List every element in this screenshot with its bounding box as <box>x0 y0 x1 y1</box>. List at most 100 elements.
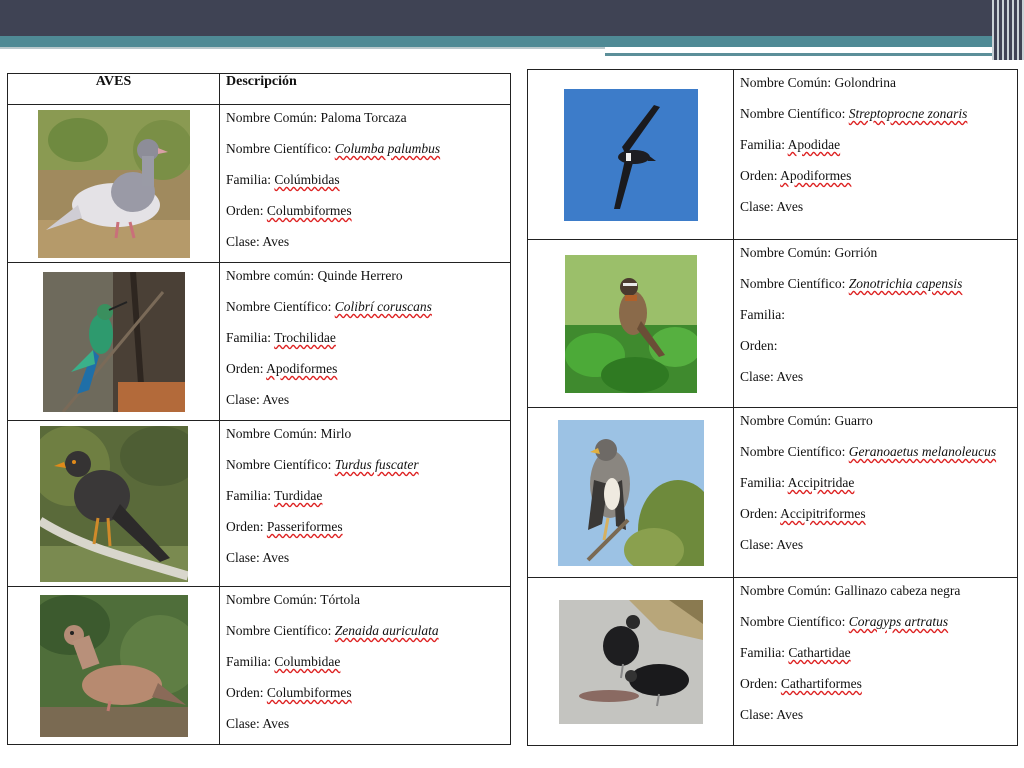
bird-description-cell: Nombre Común: Mirlo Nombre Científico: T… <box>219 420 511 587</box>
field-value: Zonotrichia capensis <box>848 276 963 291</box>
table-row: Nombre Común: Guarro Nombre Científico: … <box>527 407 1018 578</box>
field-label: Orden: <box>740 676 781 691</box>
table-row: Nombre Común: Gorrión Nombre Científico:… <box>527 239 1018 408</box>
bird-order: Orden: Passeriformes <box>226 516 510 547</box>
table-row: Nombre Común: Golondrina Nombre Científi… <box>527 69 1018 240</box>
table-row: Nombre común: Quinde Herrero Nombre Cien… <box>7 262 511 421</box>
bird-class: Clase: Aves <box>226 713 510 744</box>
field-label: Orden: <box>226 203 267 218</box>
field-value: Turdidae <box>274 488 323 503</box>
bird-order: Orden: Cathartiformes <box>740 673 1017 704</box>
bird-order: Orden: Accipitriformes <box>740 503 1017 534</box>
field-value: Accipitridae <box>787 475 855 490</box>
field-value: Golondrina <box>834 75 897 90</box>
field-label: Clase: <box>226 234 263 249</box>
birds-table-left: AVES Descripción Nombre Común: Paloma To… <box>7 73 511 745</box>
field-value: Gallinazo cabeza negra <box>834 583 961 598</box>
bird-family: Familia: Colúmbidas <box>226 169 510 200</box>
bird-class: Clase: Aves <box>226 547 510 578</box>
header-aves: AVES <box>7 73 220 105</box>
slide-header-accent <box>0 36 1024 47</box>
field-value: Aves <box>776 199 804 214</box>
bird-photo-cell <box>7 420 220 587</box>
field-label: Orden: <box>226 361 267 376</box>
field-value: Guarro <box>834 413 873 428</box>
birds-table-right: Nombre Común: Golondrina Nombre Científi… <box>527 69 1018 746</box>
field-label: Nombre Científico: <box>226 457 335 472</box>
tortola-photo <box>39 594 188 737</box>
mirlo-photo <box>39 425 188 582</box>
table-row: Nombre Común: Gallinazo cabeza negra Nom… <box>527 577 1018 746</box>
bird-class: Clase: Aves <box>740 196 1017 227</box>
bird-order: Orden: Columbiformes <box>226 682 510 713</box>
field-label: Clase: <box>226 716 263 731</box>
table-row: Nombre Común: Tórtola Nombre Científico:… <box>7 586 511 745</box>
bird-photo-cell <box>7 262 220 421</box>
bird-family: Familia: Turdidae <box>226 485 510 516</box>
field-label: Nombre Científico: <box>740 444 849 459</box>
bird-common-name: Nombre Común: Guarro <box>740 410 1017 441</box>
paloma-photo <box>37 109 190 258</box>
table-row: Nombre Común: Paloma Torcaza Nombre Cien… <box>7 104 511 263</box>
bird-scientific-name: Nombre Científico: Streptoprocne zonaris <box>740 103 1017 134</box>
field-value: Columbidae <box>274 654 341 669</box>
field-label: Nombre Común: <box>226 592 321 607</box>
bird-class: Clase: Aves <box>740 704 1017 735</box>
bird-common-name: Nombre Común: Mirlo <box>226 423 510 454</box>
field-value: Aves <box>776 369 804 384</box>
quinde-photo <box>42 271 185 412</box>
bird-family: Familia: Accipitridae <box>740 472 1017 503</box>
field-label: Nombre Científico: <box>226 141 335 156</box>
table-header-row: AVES Descripción <box>7 73 511 105</box>
field-value: Aves <box>262 234 290 249</box>
bird-common-name: Nombre Común: Paloma Torcaza <box>226 107 510 138</box>
field-value: Aves <box>262 716 290 731</box>
field-label: Orden: <box>226 685 267 700</box>
bird-description-cell: Nombre común: Quinde Herrero Nombre Cien… <box>219 262 511 421</box>
bird-order: Orden: Apodiformes <box>740 165 1017 196</box>
bird-class: Clase: Aves <box>740 366 1017 397</box>
field-label: Orden: <box>740 168 781 183</box>
field-label: Nombre Científico: <box>740 276 849 291</box>
field-value: Columba palumbus <box>334 141 441 156</box>
field-value: Colúmbidas <box>274 172 340 187</box>
bird-common-name: Nombre común: Quinde Herrero <box>226 265 510 296</box>
field-label: Clase: <box>740 369 777 384</box>
field-value: Passeriformes <box>266 519 343 534</box>
field-value: Coragyps artratus <box>848 614 949 629</box>
field-value: Cathartiformes <box>780 676 862 691</box>
bird-class: Clase: Aves <box>226 389 510 420</box>
field-label: Nombre Científico: <box>740 106 849 121</box>
header-descripcion: Descripción <box>219 73 511 105</box>
bird-scientific-name: Nombre Científico: Zenaida auriculata <box>226 620 510 651</box>
field-label: Nombre Común: <box>740 245 835 260</box>
guarro-photo <box>557 419 704 566</box>
gallinazo-photo <box>558 599 703 724</box>
bird-description-cell: Nombre Común: Paloma Torcaza Nombre Cien… <box>219 104 511 263</box>
field-value: Columbiformes <box>266 685 352 700</box>
field-label: Clase: <box>226 392 263 407</box>
bird-scientific-name: Nombre Científico: Coragyps artratus <box>740 611 1017 642</box>
field-value: Aves <box>262 392 290 407</box>
field-value: Zenaida auriculata <box>334 623 439 638</box>
field-label: Familia: <box>740 645 789 660</box>
field-value: Gorrión <box>834 245 878 260</box>
field-label: Clase: <box>740 707 777 722</box>
field-value: Colibrí coruscans <box>334 299 432 314</box>
bird-common-name: Nombre Común: Golondrina <box>740 72 1017 103</box>
bird-order: Orden: <box>740 335 1017 366</box>
table-row: Nombre Común: Mirlo Nombre Científico: T… <box>7 420 511 587</box>
bird-description-cell: Nombre Común: Guarro Nombre Científico: … <box>733 407 1018 578</box>
bird-order: Orden: Columbiformes <box>226 200 510 231</box>
bird-order: Orden: Apodiformes <box>226 358 510 389</box>
bird-family: Familia: Cathartidae <box>740 642 1017 673</box>
field-value: Mirlo <box>320 426 352 441</box>
field-value: Columbiformes <box>266 203 352 218</box>
golondrina-photo <box>563 88 698 221</box>
field-value: Quinde Herrero <box>317 268 403 283</box>
bird-photo-cell <box>527 577 734 746</box>
field-label: Familia: <box>226 488 275 503</box>
field-value: Aves <box>776 707 804 722</box>
bird-class: Clase: Aves <box>740 534 1017 565</box>
header-stripes-decoration <box>992 0 1024 60</box>
